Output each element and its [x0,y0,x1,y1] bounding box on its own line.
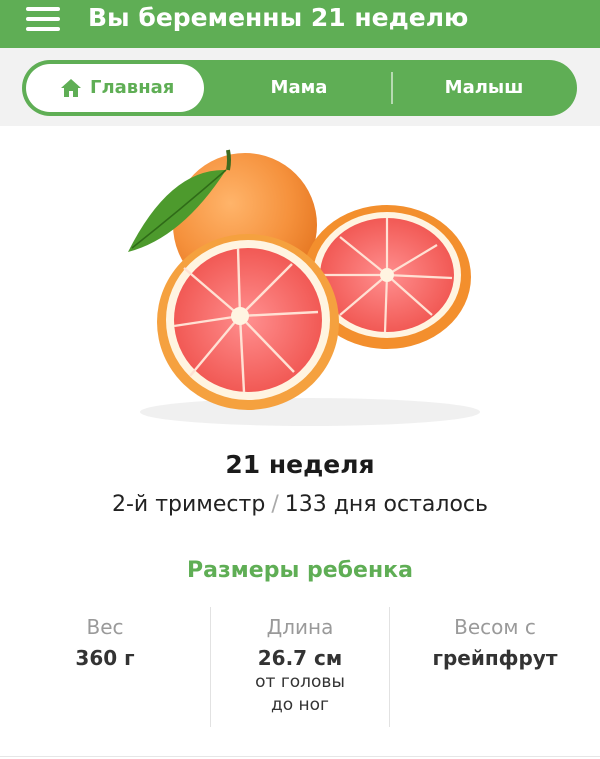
stat-weight: Вес 360 г [0,607,210,671]
stat-length: Длина 26.7 см от головы до ног [211,607,389,717]
bottom-divider [0,756,600,757]
tab-divider [391,72,393,104]
hamburger-menu-icon[interactable] [26,6,62,32]
stat-length-sub-1: от головы [255,672,345,692]
trimester-label: 2-й триместр [112,492,266,517]
baby-size-stats: Вес 360 г Длина 26.7 см от головы до ног… [0,607,600,729]
stat-weight-value: 360 г [75,646,135,670]
stat-length-label: Длина [266,615,334,639]
tab-bar-area: Главная Мама Малыш [0,48,600,126]
week-title: 21 неделя [225,450,375,479]
segmented-tabs: Главная Мама Малыш [22,60,577,116]
stat-weight-label: Вес [86,615,124,639]
tab-home[interactable]: Главная [26,64,204,112]
app-header: Вы беременны 21 неделю [0,0,600,48]
tab-mom[interactable]: Мама [208,64,390,112]
stat-size-like: Весом с грейпфрут [390,607,600,671]
trimester-line: 2-й триместр/133 дня осталось [0,492,600,517]
stat-size-like-label: Весом с [454,615,536,639]
stat-size-like-value: грейпфрут [432,646,558,670]
baby-size-title: Размеры ребенка [187,558,413,583]
tab-home-label: Главная [90,77,175,98]
days-remaining: 133 дня осталось [284,492,488,517]
stat-length-sub-2: до ног [270,695,329,715]
home-icon [61,79,81,97]
trimester-separator: / [271,492,279,517]
tab-baby[interactable]: Малыш [394,64,574,112]
stat-length-value: 26.7 см [257,646,343,670]
page-title: Вы беременны 21 неделю [88,3,469,32]
grapefruit-illustration [128,149,480,426]
